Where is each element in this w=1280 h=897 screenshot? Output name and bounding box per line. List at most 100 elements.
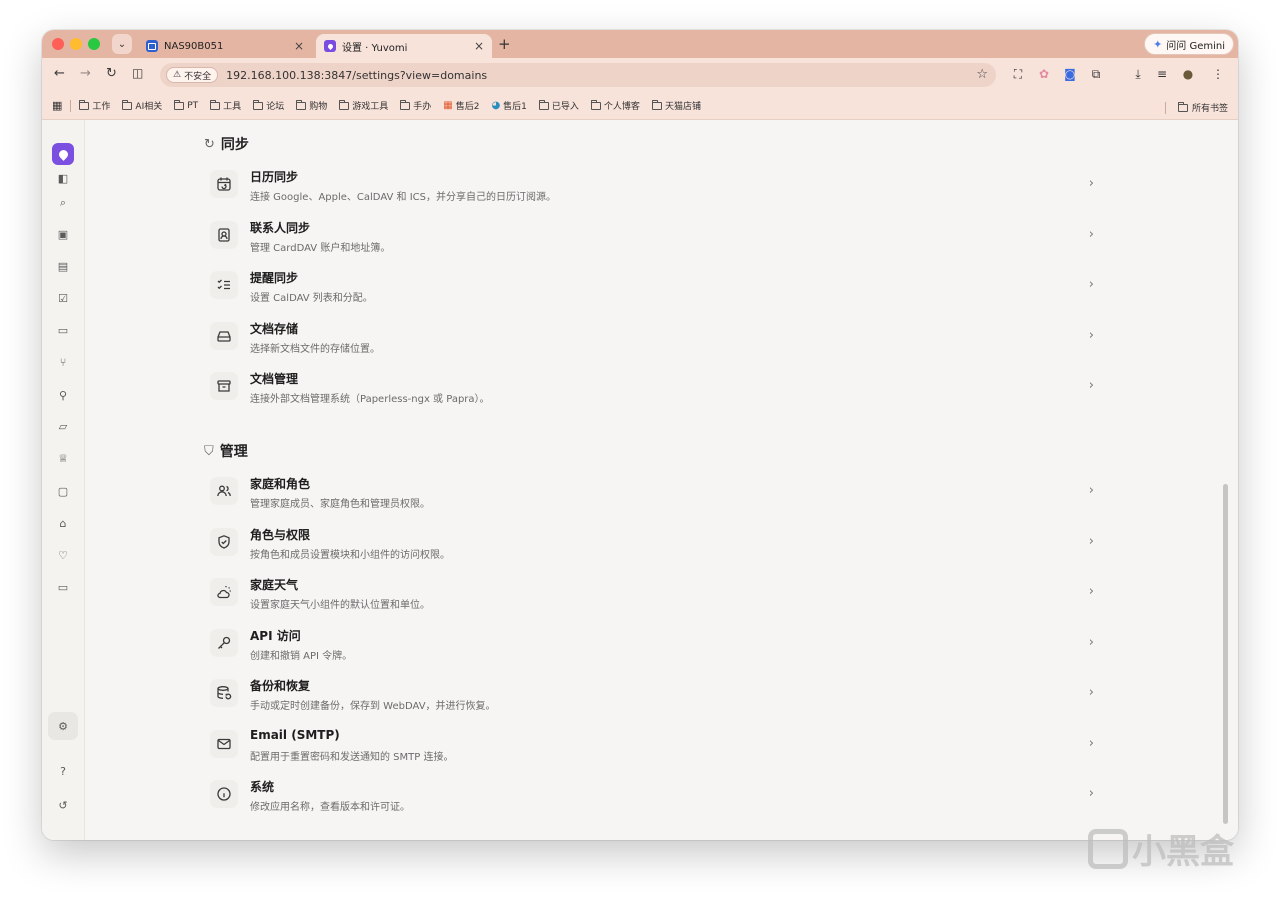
tab-nas[interactable]: NAS90B051 × xyxy=(138,34,312,58)
settings-row-system[interactable]: 系统 修改应用名称，查看版本和许可证。 › xyxy=(204,772,1100,822)
bookmark-link[interactable]: ▦ 售后2 xyxy=(443,99,479,112)
security-indicator[interactable]: ⚠ 不安全 xyxy=(166,67,219,83)
divider xyxy=(70,99,72,112)
new-tab-button[interactable]: + xyxy=(498,35,511,53)
tasks-icon[interactable]: ☑ xyxy=(54,289,72,307)
section-title: 同步 xyxy=(220,137,249,153)
chevron-right-icon: › xyxy=(1088,378,1094,393)
wallet-icon[interactable]: ▭ xyxy=(54,578,72,596)
more-menu-icon[interactable]: ⋮ xyxy=(1210,66,1226,82)
section-title: 管理 xyxy=(219,444,248,460)
bookmark-link[interactable]: ◕ 售后1 xyxy=(491,99,526,112)
row-description: 管理 CardDAV 账户和地址簿。 xyxy=(250,243,391,254)
gemini-button[interactable]: ✦ 问问 Gemini xyxy=(1144,33,1234,55)
chevron-right-icon: › xyxy=(1088,277,1094,292)
bookmark-folder[interactable]: 手办 xyxy=(400,99,431,112)
settings-row-role-permissions[interactable]: 角色与权限 按角色和成员设置模块和小组件的访问权限。 › xyxy=(204,520,1100,570)
settings-row-family-weather[interactable]: 家庭天气 设置家庭天气小组件的默认位置和单位。 › xyxy=(204,570,1100,620)
bookmark-folder[interactable]: PT xyxy=(174,99,198,111)
row-description: 选择新文档文件的存储位置。 xyxy=(250,344,380,355)
bookmark-folder[interactable]: 论坛 xyxy=(253,99,284,112)
row-title: 备份和恢复 xyxy=(250,679,311,693)
insecure-label: 不安全 xyxy=(184,71,212,82)
bookmark-label: 手办 xyxy=(413,102,432,112)
settings-row-calendar-sync[interactable]: 日历同步 连接 Google、Apple、CalDAV 和 ICS，并分享自己的… xyxy=(204,162,1100,212)
all-bookmarks[interactable]: 所有书签 xyxy=(1164,101,1228,114)
apps-grid-icon[interactable]: ▦ xyxy=(52,99,62,112)
settings-row-backup-restore[interactable]: 备份和恢复 手动或定时创建备份，保存到 WebDAV，并进行恢复。 › xyxy=(204,671,1100,721)
address-bar[interactable]: ⚠ 不安全 192.168.100.138:3847/settings?view… xyxy=(160,63,996,87)
bookmark-label: 工作 xyxy=(92,102,111,112)
row-title: 家庭天气 xyxy=(250,578,299,592)
settings-gear-icon[interactable]: ⚙ xyxy=(48,712,78,740)
row-description: 连接外部文档管理系统（Paperless-ngx 或 Papra）。 xyxy=(250,394,490,405)
settings-row-family-roles[interactable]: 家庭和角色 管理家庭成员、家庭角色和管理员权限。 › xyxy=(204,469,1100,519)
home-icon[interactable]: ⌂ xyxy=(54,514,72,532)
tab-title: NAS90B051 xyxy=(164,40,224,52)
awards-icon[interactable]: ♕ xyxy=(54,449,72,467)
close-window-button[interactable] xyxy=(52,38,64,50)
tab-close-icon[interactable]: × xyxy=(294,39,304,53)
bookmark-folder[interactable]: AI相关 xyxy=(122,99,162,112)
bookmark-folder[interactable]: 个人博客 xyxy=(590,99,640,112)
calendar-icon[interactable]: ▤ xyxy=(54,257,72,275)
settings-row-reminder-sync[interactable]: 提醒同步 设置 CalDAV 列表和分配。 › xyxy=(204,263,1100,313)
bookmark-folder[interactable]: 游戏工具 xyxy=(339,99,388,112)
settings-row-api-access[interactable]: API 访问 创建和撤销 API 令牌。 › xyxy=(204,621,1100,671)
app-logo[interactable] xyxy=(52,143,74,165)
search-icon[interactable]: ⌕ xyxy=(54,194,72,212)
watermark: 小黑盒 xyxy=(1088,824,1234,873)
meals-icon[interactable]: ⑂ xyxy=(54,353,72,371)
contacts-icon[interactable]: ▢ xyxy=(54,482,72,500)
health-icon[interactable]: ♡ xyxy=(54,546,72,564)
dashboard-icon[interactable]: ◧ xyxy=(54,169,72,187)
site-favicon-icon: ◕ xyxy=(491,100,501,111)
bookmark-folder[interactable]: 工具 xyxy=(210,99,241,112)
tab-close-icon[interactable]: × xyxy=(474,39,484,53)
split-view-icon[interactable]: ◫ xyxy=(132,66,143,80)
folder-icon xyxy=(339,99,350,110)
tab-settings[interactable]: 设置 · Yuvomi × xyxy=(316,34,492,58)
bookmark-folder[interactable]: 已导入 xyxy=(538,99,579,112)
row-title: 文档管理 xyxy=(250,372,299,386)
tools-icon[interactable]: ⚲ xyxy=(54,386,72,404)
settings-row-email-smtp[interactable]: Email (SMTP) 配置用于重置密码和发送通知的 SMTP 连接。 › xyxy=(204,722,1100,772)
checklist-icon xyxy=(210,271,238,299)
extension-icon[interactable]: ✿ xyxy=(1036,66,1052,82)
scrollbar[interactable] xyxy=(1223,484,1228,824)
help-icon[interactable]: ? xyxy=(54,762,72,780)
bookmark-folder[interactable]: 工作 xyxy=(79,99,110,112)
weather-icon xyxy=(210,578,238,606)
chevron-right-icon: › xyxy=(1088,736,1094,751)
logout-icon[interactable]: ⇥ xyxy=(54,834,72,841)
history-icon[interactable]: ↺ xyxy=(54,796,72,814)
profile-avatar[interactable]: ● xyxy=(1180,66,1196,82)
shield-icon: ⛉ xyxy=(204,443,214,459)
bookmark-folder[interactable]: 天猫店铺 xyxy=(651,99,701,112)
back-arrow-icon[interactable]: ← xyxy=(54,66,65,81)
extensions-puzzle-icon[interactable]: ⧉ xyxy=(1088,66,1104,82)
settings-row-contact-sync[interactable]: 联系人同步 管理 CardDAV 账户和地址簿。 › xyxy=(204,213,1100,263)
extension-icon[interactable]: ◙ xyxy=(1062,66,1078,82)
url-text[interactable]: 192.168.100.138:3847/settings?view=domai… xyxy=(226,69,487,82)
reload-icon[interactable]: ↻ xyxy=(106,66,117,81)
watermark-text: 小黑盒 xyxy=(1132,832,1234,872)
download-icon[interactable]: ⤓ xyxy=(1130,66,1146,82)
row-description: 配置用于重置密码和发送通知的 SMTP 连接。 xyxy=(250,752,454,763)
settings-row-document-storage[interactable]: 文档存储 选择新文档文件的存储位置。 › xyxy=(204,314,1100,364)
settings-row-document-management[interactable]: 文档管理 连接外部文档管理系统（Paperless-ngx 或 Papra）。 … xyxy=(204,364,1100,414)
reading-list-icon[interactable]: ≡ xyxy=(1154,66,1170,82)
maximize-window-button[interactable] xyxy=(88,38,100,50)
documents-icon[interactable]: ▱ xyxy=(54,417,72,435)
notes-icon[interactable]: ▭ xyxy=(54,321,72,339)
bookmark-star-icon[interactable]: ☆ xyxy=(976,67,988,82)
chevron-right-icon: › xyxy=(1088,534,1094,549)
minimize-window-button[interactable] xyxy=(70,38,82,50)
tab-search-button[interactable]: ⌄ xyxy=(112,34,132,54)
bookmark-folder[interactable]: 购物 xyxy=(296,99,327,112)
widgets-icon[interactable]: ▣ xyxy=(54,225,72,243)
section-sync-header: ↻ 同步 xyxy=(204,134,249,154)
forward-arrow-icon[interactable]: → xyxy=(80,66,91,81)
bookmark-label: AI相关 xyxy=(135,102,163,112)
extension-icon[interactable]: ⛶ xyxy=(1010,66,1026,82)
